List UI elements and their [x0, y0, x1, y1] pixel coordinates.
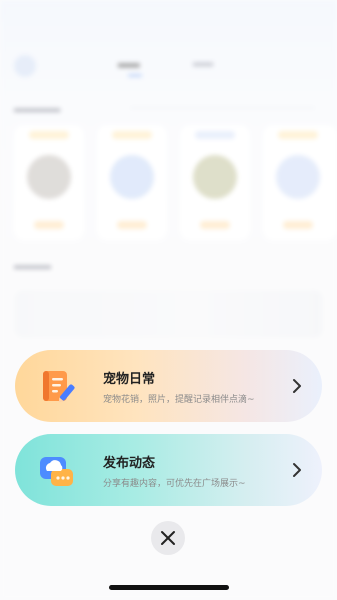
close-icon	[161, 531, 175, 545]
pet-daily-title: 宠物日常	[103, 372, 156, 387]
post-moment-option[interactable]: 发布动态 分享有趣内容，可优先在广场展示~	[15, 434, 322, 506]
post-moment-title: 发布动态	[103, 456, 156, 471]
chevron-right-icon	[293, 463, 301, 477]
close-button[interactable]	[151, 521, 185, 555]
home-indicator	[109, 585, 229, 590]
post-moment-subtitle: 分享有趣内容，可优先在广场展示~	[103, 479, 246, 489]
pet-daily-subtitle: 宠物花销，照片，提醒记录相伴点滴~	[103, 395, 255, 405]
modal-overlay[interactable]	[0, 0, 337, 600]
notebook-pencil-icon	[43, 371, 75, 403]
pet-daily-option[interactable]: 宠物日常 宠物花销，照片，提醒记录相伴点滴~	[15, 350, 322, 422]
cloud-chat-icon	[40, 457, 73, 486]
chevron-right-icon	[293, 379, 301, 393]
